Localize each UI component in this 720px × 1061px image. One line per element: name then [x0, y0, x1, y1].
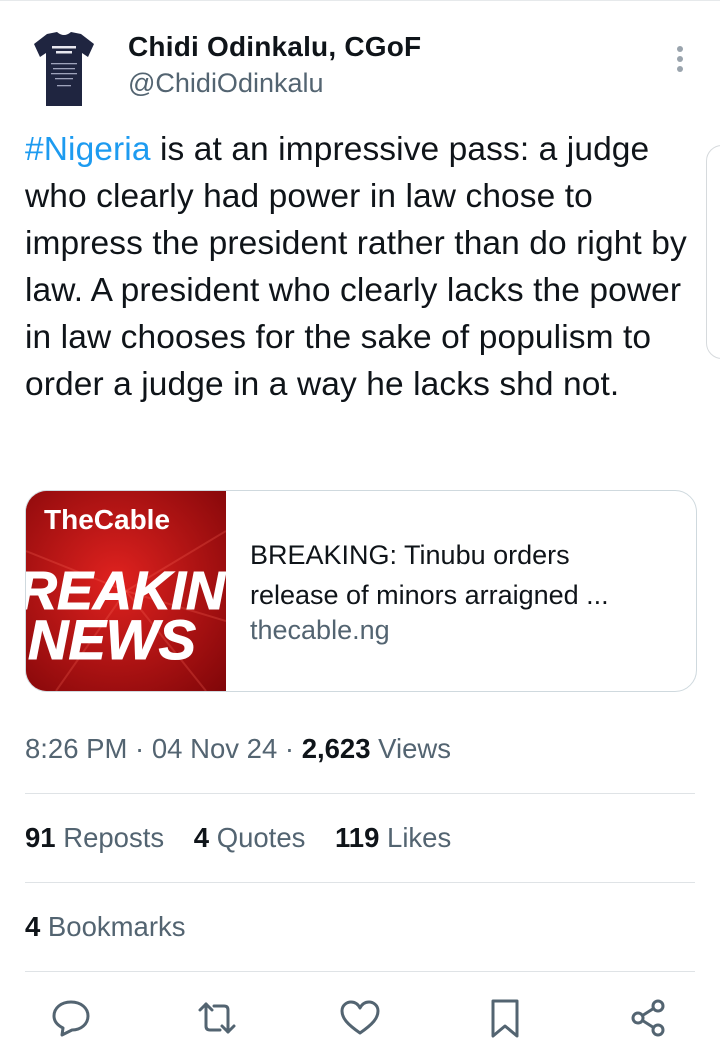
share-icon[interactable]: [626, 995, 672, 1041]
divider: [25, 882, 695, 883]
card-thumbnail: TheCable REAKIN NEWS: [26, 491, 226, 691]
more-options-icon[interactable]: [668, 44, 692, 76]
engagement-stats: 91 Reposts 4 Quotes 119 Likes: [25, 822, 473, 854]
author-handle[interactable]: @ChidiOdinkalu: [128, 68, 324, 99]
author-name[interactable]: Chidi Odinkalu, CGoF: [128, 31, 421, 63]
card-thumb-line2: NEWS: [28, 608, 196, 671]
bookmarks-stat[interactable]: 4 Bookmarks: [25, 911, 185, 943]
card-title-line2: release of minors arraigned ...: [250, 580, 609, 610]
views-count: 2,623: [301, 733, 371, 764]
tweet-meta: 8:26 PM · 04 Nov 24 · 2,623 Views: [25, 733, 451, 765]
meta-separator: ·: [127, 733, 152, 764]
card-domain: thecable.ng: [250, 615, 390, 645]
bookmark-icon[interactable]: [482, 995, 528, 1041]
divider: [25, 793, 695, 794]
tweet-body: is at an impressive pass: a judge who cl…: [25, 131, 687, 403]
reply-icon[interactable]: [48, 995, 94, 1041]
tweet-text: #Nigeria is at an impressive pass: a jud…: [25, 126, 705, 408]
repost-icon[interactable]: [194, 995, 240, 1041]
side-panel-handle[interactable]: [706, 145, 720, 359]
reposts-count: 91: [25, 822, 56, 853]
tweet-date: 04 Nov 24: [151, 733, 278, 764]
bookmarks-label: Bookmarks: [40, 911, 186, 942]
card-thumb-brand: TheCable: [44, 504, 170, 535]
card-title: BREAKING: Tinubu orders release of minor…: [250, 535, 680, 615]
quotes-stat[interactable]: 4 Quotes: [194, 822, 306, 853]
reposts-label: Reposts: [55, 822, 165, 853]
link-preview-card[interactable]: TheCable REAKIN NEWS BREAKING: Tinubu or…: [25, 490, 697, 692]
top-divider: [0, 0, 720, 1]
views-label: Views: [370, 733, 452, 764]
like-icon[interactable]: [337, 995, 383, 1041]
reposts-stat[interactable]: 91 Reposts: [25, 822, 164, 853]
card-title-line1: BREAKING: Tinubu orders: [250, 540, 570, 570]
quotes-count: 4: [193, 822, 210, 853]
quotes-label: Quotes: [209, 822, 306, 853]
likes-label: Likes: [379, 822, 452, 853]
divider: [25, 971, 695, 972]
tweet-time: 8:26 PM: [25, 733, 128, 764]
likes-count: 119: [335, 822, 380, 853]
action-bar: [0, 995, 720, 1045]
hashtag-link[interactable]: #Nigeria: [25, 131, 151, 168]
meta-separator: ·: [277, 733, 302, 764]
bookmarks-count: 4: [25, 911, 41, 942]
avatar[interactable]: [33, 30, 95, 108]
likes-stat[interactable]: 119 Likes: [335, 822, 451, 853]
